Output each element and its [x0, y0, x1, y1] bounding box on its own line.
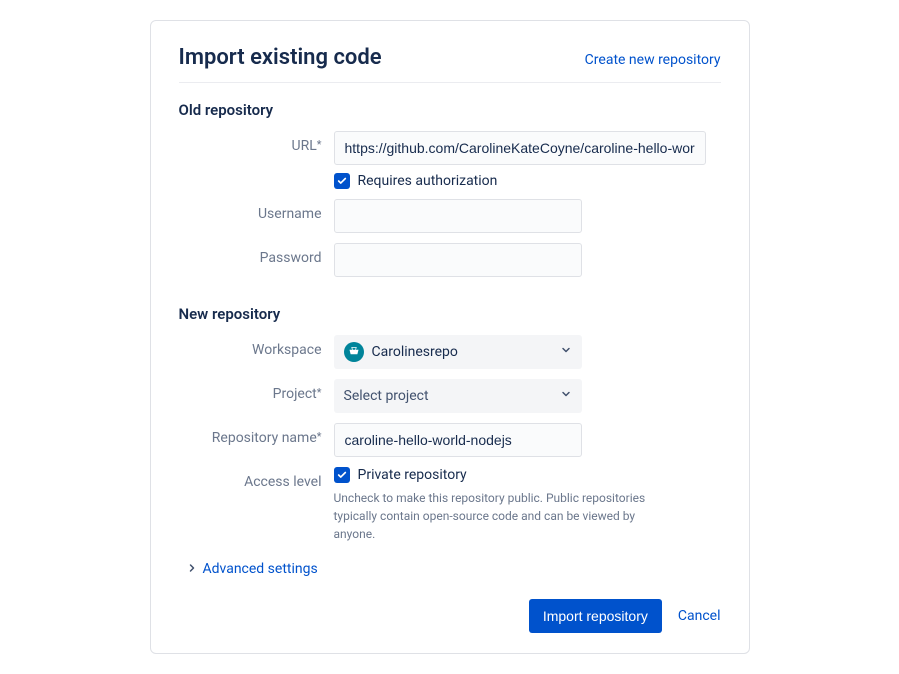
private-helper-text: Uncheck to make this repository public. …: [334, 489, 674, 543]
check-icon: [337, 176, 347, 186]
new-repository-title: New repository: [179, 305, 721, 323]
workspace-select[interactable]: Carolinesrepo: [334, 335, 582, 369]
username-row: Username: [179, 199, 721, 233]
advanced-settings-toggle[interactable]: Advanced settings: [187, 561, 721, 577]
old-repository-title: Old repository: [179, 101, 721, 119]
url-label: URL*: [179, 131, 334, 154]
old-repository-section: Old repository URL* Requires authorizati…: [179, 101, 721, 277]
project-row: Project* Select project: [179, 379, 721, 413]
cancel-button[interactable]: Cancel: [678, 608, 721, 624]
footer-actions: Import repository Cancel: [179, 599, 721, 633]
url-input[interactable]: [334, 131, 706, 165]
password-input[interactable]: [334, 243, 582, 277]
requires-auth-checkbox[interactable]: [334, 173, 350, 189]
requires-auth-label: Requires authorization: [358, 173, 498, 189]
new-repository-section: New repository Workspace Carolinesrepo: [179, 305, 721, 543]
password-label: Password: [179, 243, 334, 266]
create-new-repository-link[interactable]: Create new repository: [585, 52, 721, 68]
reponame-input[interactable]: [334, 423, 582, 457]
reponame-row: Repository name*: [179, 423, 721, 457]
username-input[interactable]: [334, 199, 582, 233]
project-select[interactable]: Select project: [334, 379, 582, 413]
project-placeholder: Select project: [344, 388, 429, 404]
requires-auth-row: Requires authorization: [334, 173, 721, 189]
username-label: Username: [179, 199, 334, 222]
reponame-label: Repository name*: [179, 423, 334, 446]
workspace-label: Workspace: [179, 335, 334, 358]
header: Import existing code Create new reposito…: [179, 45, 721, 83]
access-level-row: Access level Private repository Uncheck …: [179, 467, 721, 543]
chevron-right-icon: [187, 561, 197, 577]
url-row: URL* Requires authorization: [179, 131, 721, 189]
workspace-row: Workspace Carolinesrepo: [179, 335, 721, 369]
page-title: Import existing code: [179, 45, 382, 70]
workspace-avatar-icon: [344, 342, 364, 362]
private-repository-label: Private repository: [358, 467, 467, 483]
access-level-label: Access level: [179, 467, 334, 490]
import-repository-button[interactable]: Import repository: [529, 599, 662, 633]
check-icon: [337, 470, 347, 480]
password-row: Password: [179, 243, 721, 277]
advanced-settings-link[interactable]: Advanced settings: [203, 561, 318, 577]
workspace-value: Carolinesrepo: [372, 344, 458, 360]
project-label: Project*: [179, 379, 334, 402]
import-card: Import existing code Create new reposito…: [150, 20, 750, 654]
private-repository-checkbox[interactable]: [334, 467, 350, 483]
